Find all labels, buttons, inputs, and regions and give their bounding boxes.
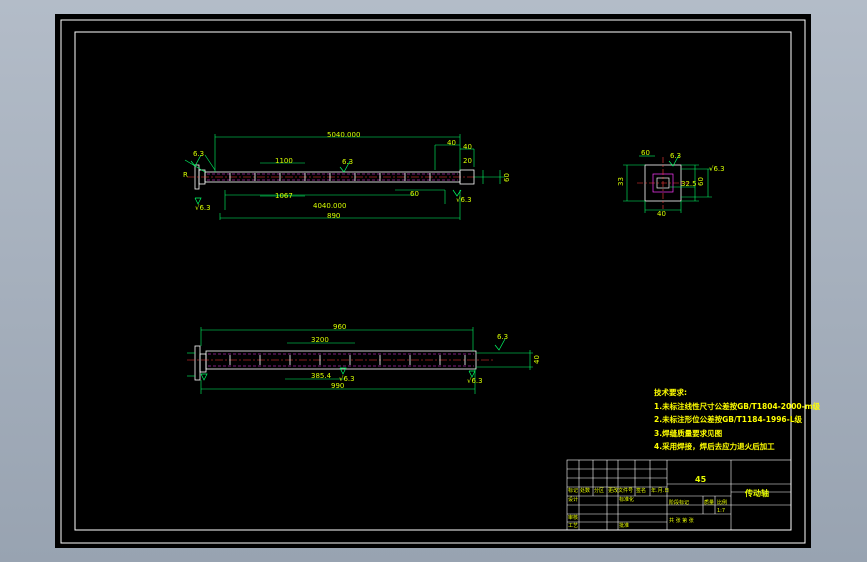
surface-mark-r: R: [183, 171, 188, 179]
row-label-zone: 分区: [594, 488, 605, 494]
dim-bottom-total: 890: [327, 212, 341, 220]
tech-note-2: 2.未标注形位公差按GB/T1184-1996-L级: [654, 415, 803, 424]
tech-note-1: 1.未标注线性尺寸公差按GB/T1804-2000-m级: [654, 401, 821, 411]
front-right-height: 40: [532, 355, 541, 364]
weight-label: 质量: [704, 500, 715, 506]
cad-drawing: [60, 19, 806, 544]
front-roughness: [200, 338, 506, 381]
section-dim-bottom: 40: [657, 210, 666, 218]
dim-left-pitch: 1100: [275, 157, 293, 165]
roughness-left: 6.3: [193, 150, 205, 158]
section-roughness-top: 6.3: [670, 152, 682, 160]
tech-note-3: 3.焊缝质量要求见图: [654, 428, 723, 438]
front-roughness-right: 6.3: [497, 333, 509, 341]
scale-value: 1:7: [717, 508, 726, 514]
front-right-note: √6.3: [467, 377, 483, 385]
marks-label: 阶段标记: [669, 500, 690, 506]
dim-right-60: 60: [410, 190, 419, 198]
dim-left-bottom: 1067: [275, 192, 293, 200]
material: 45: [695, 475, 707, 484]
front-hub: [199, 353, 207, 373]
section-dim-top: 60: [641, 149, 650, 157]
dim-right-10: 20: [463, 157, 472, 165]
tech-notes-heading: 技术要求:: [654, 388, 687, 397]
front-dim-bottom-total: 990: [331, 382, 345, 390]
dim-span: 4040.000: [313, 202, 347, 210]
section-dim-left: 33: [616, 177, 625, 186]
inner-frame: [74, 31, 792, 531]
sign-label-review: 审核: [568, 515, 579, 521]
dim-right-height: 60: [502, 173, 511, 182]
dim-right-small: 40: [447, 139, 456, 147]
front-dim-pitch: 3200: [311, 336, 329, 344]
sign-label-standard: 标准化: [619, 497, 635, 503]
section-roughness-side: √6.3: [709, 165, 725, 173]
surface-mark-right: √6.3: [456, 196, 472, 204]
section-dim-height: 60: [696, 177, 705, 186]
row-label-date: 年.月.日: [651, 488, 670, 494]
scale-label: 比例: [717, 500, 728, 506]
dim-right-40: 40: [463, 143, 472, 151]
row-label-change: 更改文件号: [608, 488, 634, 494]
row-label-sign: 签名: [636, 488, 647, 494]
front-surface-mark: √6.3: [339, 375, 355, 383]
front-dim-small: 385.4: [311, 372, 332, 380]
tech-notes: 技术要求: 1.未标注线性尺寸公差按GB/T1804-2000-m级 2.未标注…: [654, 389, 820, 451]
front-flange: [194, 345, 201, 381]
sheet-label: 共 张 第 张: [669, 518, 694, 524]
drawing-sheet: 5040.000 890 4040.000 1100 1067 40 40 20…: [55, 14, 820, 548]
row-label-mark: 标记: [568, 488, 579, 494]
dim-overall: 5040.000: [327, 131, 361, 139]
sign-label-approve: 批准: [619, 523, 630, 529]
outer-frame: [60, 19, 806, 544]
front-dim-overall: 960: [333, 323, 347, 331]
part-name: 传动轴: [745, 489, 769, 498]
roughness-symbols: [190, 154, 462, 205]
roughness-mid: 6.3: [342, 158, 354, 166]
tech-note-4: 4.采用焊接，焊后去应力退火后加工: [654, 442, 775, 451]
sign-label-process: 工艺: [568, 523, 579, 529]
row-label-count: 处数: [580, 488, 591, 494]
section-dim-right: 32.5: [681, 180, 697, 188]
sign-label-design: 设计: [568, 497, 579, 503]
surface-mark-left: √6.3: [195, 204, 211, 212]
